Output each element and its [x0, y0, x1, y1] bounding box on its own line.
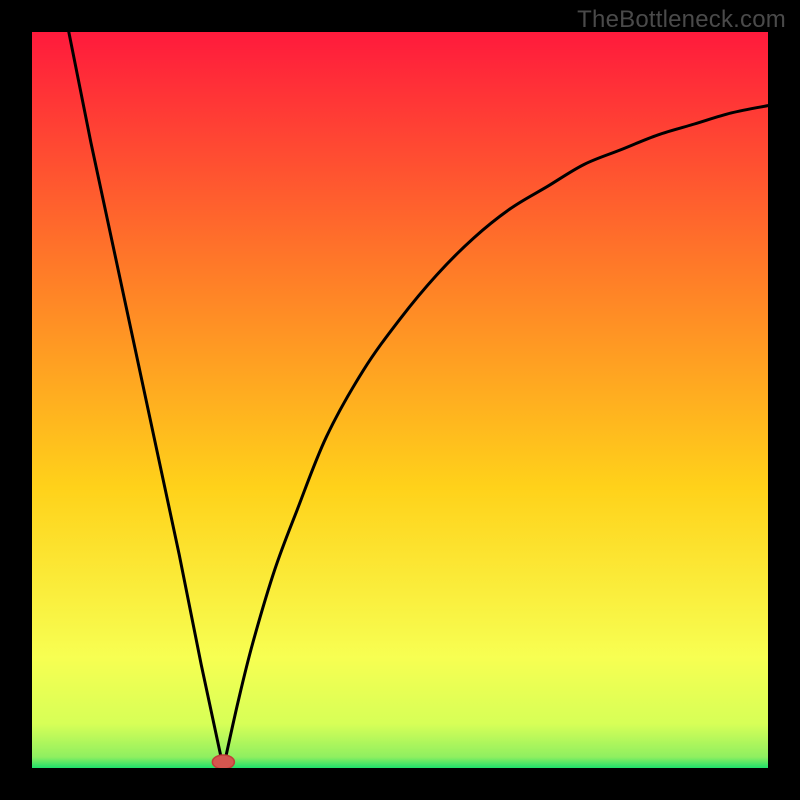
chart-frame: [32, 32, 768, 768]
gradient-background: [32, 32, 768, 768]
watermark-text: TheBottleneck.com: [577, 6, 786, 34]
bottleneck-chart: [32, 32, 768, 768]
optimal-point-marker: [212, 755, 234, 768]
